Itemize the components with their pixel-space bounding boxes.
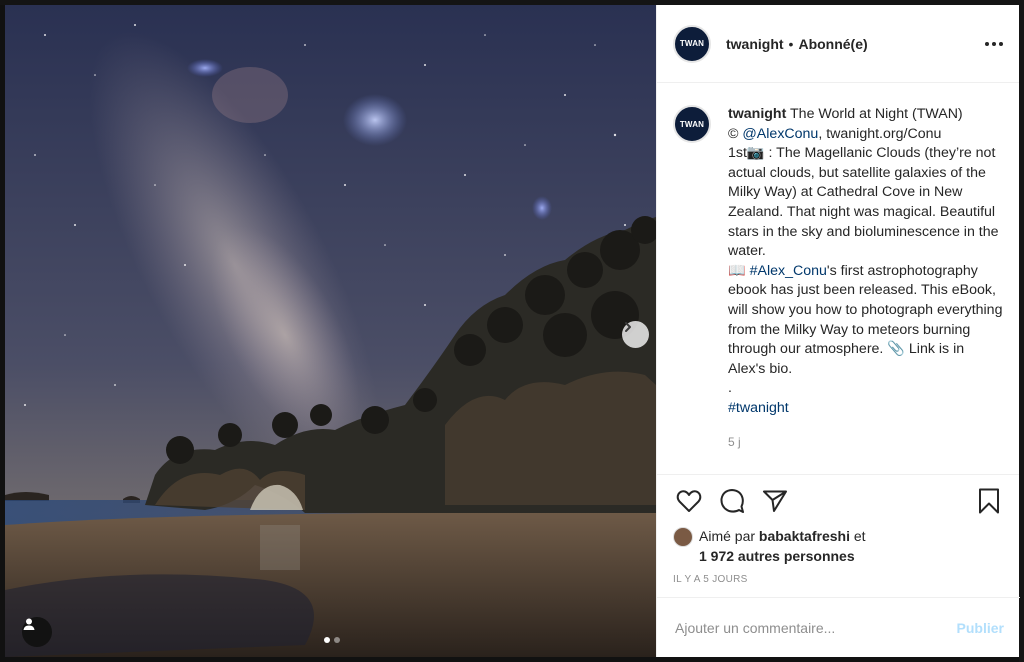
caption-avatar[interactable]: TWAN <box>673 105 711 143</box>
comment-input[interactable] <box>675 619 957 636</box>
carousel-dot-1 <box>324 637 330 643</box>
caption-body1: 1st📷 : The Magellanic Clouds (they’re no… <box>728 145 999 260</box>
more-horizontal-icon <box>985 41 989 46</box>
likes-and: et <box>849 528 866 544</box>
hashtag-link[interactable]: #Alex_Conu <box>750 263 827 279</box>
header-separator: • <box>788 35 794 52</box>
window-frame: TWAN twanight • Abonné(e) TWAN twanight … <box>0 0 1024 662</box>
likes-text: Aimé par babaktafreshi et 1 972 autres p… <box>699 527 866 566</box>
post-time-ago: IL Y A 5 JOURS <box>673 574 748 586</box>
avatar-logo: TWAN <box>679 39 705 48</box>
caption-time: 5 j <box>728 434 741 449</box>
liker-avatar[interactable] <box>673 527 693 547</box>
caption-body2: 's first astrophotography ebook has just… <box>728 262 1003 377</box>
post-side-panel: TWAN twanight • Abonné(e) TWAN twanight … <box>656 5 1020 657</box>
follow-status-button[interactable]: Abonné(e) <box>798 36 867 52</box>
publish-button[interactable]: Publier <box>957 620 1004 636</box>
likes-others[interactable]: 1 972 autres personnes <box>699 548 855 564</box>
action-bar <box>657 475 1019 527</box>
caption-text: twanight The World at Night (TWAN) © @Al… <box>728 105 1003 474</box>
caption-line1: The World at Night (TWAN) <box>786 106 963 122</box>
caption-line2: , twanight.org/Conu <box>818 125 942 142</box>
chevron-right-icon <box>625 322 631 332</box>
heart-icon <box>676 490 702 512</box>
post-header: TWAN twanight • Abonné(e) <box>657 5 1019 83</box>
more-options-button[interactable] <box>985 36 1003 52</box>
like-button[interactable] <box>673 485 705 517</box>
user-icon <box>23 618 35 630</box>
mention-link[interactable]: @AlexConu <box>742 126 818 142</box>
caption-copyright: © <box>728 125 743 142</box>
night-sky-illustration <box>5 5 656 657</box>
likes-summary: Aimé par babaktafreshi et 1 972 autres p… <box>657 527 1019 566</box>
bookmark-icon <box>979 488 999 514</box>
profile-avatar[interactable]: TWAN <box>673 24 711 63</box>
carousel-indicator <box>324 637 340 643</box>
more-dot <box>992 41 996 46</box>
header-username[interactable]: twanight <box>726 36 784 52</box>
comment-icon <box>720 489 744 513</box>
send-icon <box>763 490 787 512</box>
likes-prefix: Aimé par <box>699 528 759 544</box>
share-button[interactable] <box>759 485 791 517</box>
avatar-logo: TWAN <box>679 119 705 129</box>
comment-button[interactable] <box>716 485 748 517</box>
right-edge <box>1019 0 1024 662</box>
caption-username[interactable]: twanight <box>728 106 786 122</box>
post-photo[interactable] <box>5 5 656 657</box>
carousel-next-button[interactable] <box>622 321 649 348</box>
more-dot <box>999 41 1003 46</box>
caption-dot: . <box>728 380 732 397</box>
comment-form: Publier <box>657 597 1020 657</box>
carousel-dot-2 <box>334 637 340 643</box>
hashtag-link-twanight[interactable]: #twanight <box>728 400 789 416</box>
caption-area: TWAN twanight The World at Night (TWAN) … <box>657 83 1019 475</box>
liker-username[interactable]: babaktafreshi <box>759 528 850 544</box>
save-button[interactable] <box>973 485 1005 517</box>
book-emoji: 📖 <box>728 262 750 279</box>
tagged-users-button[interactable] <box>22 617 52 647</box>
